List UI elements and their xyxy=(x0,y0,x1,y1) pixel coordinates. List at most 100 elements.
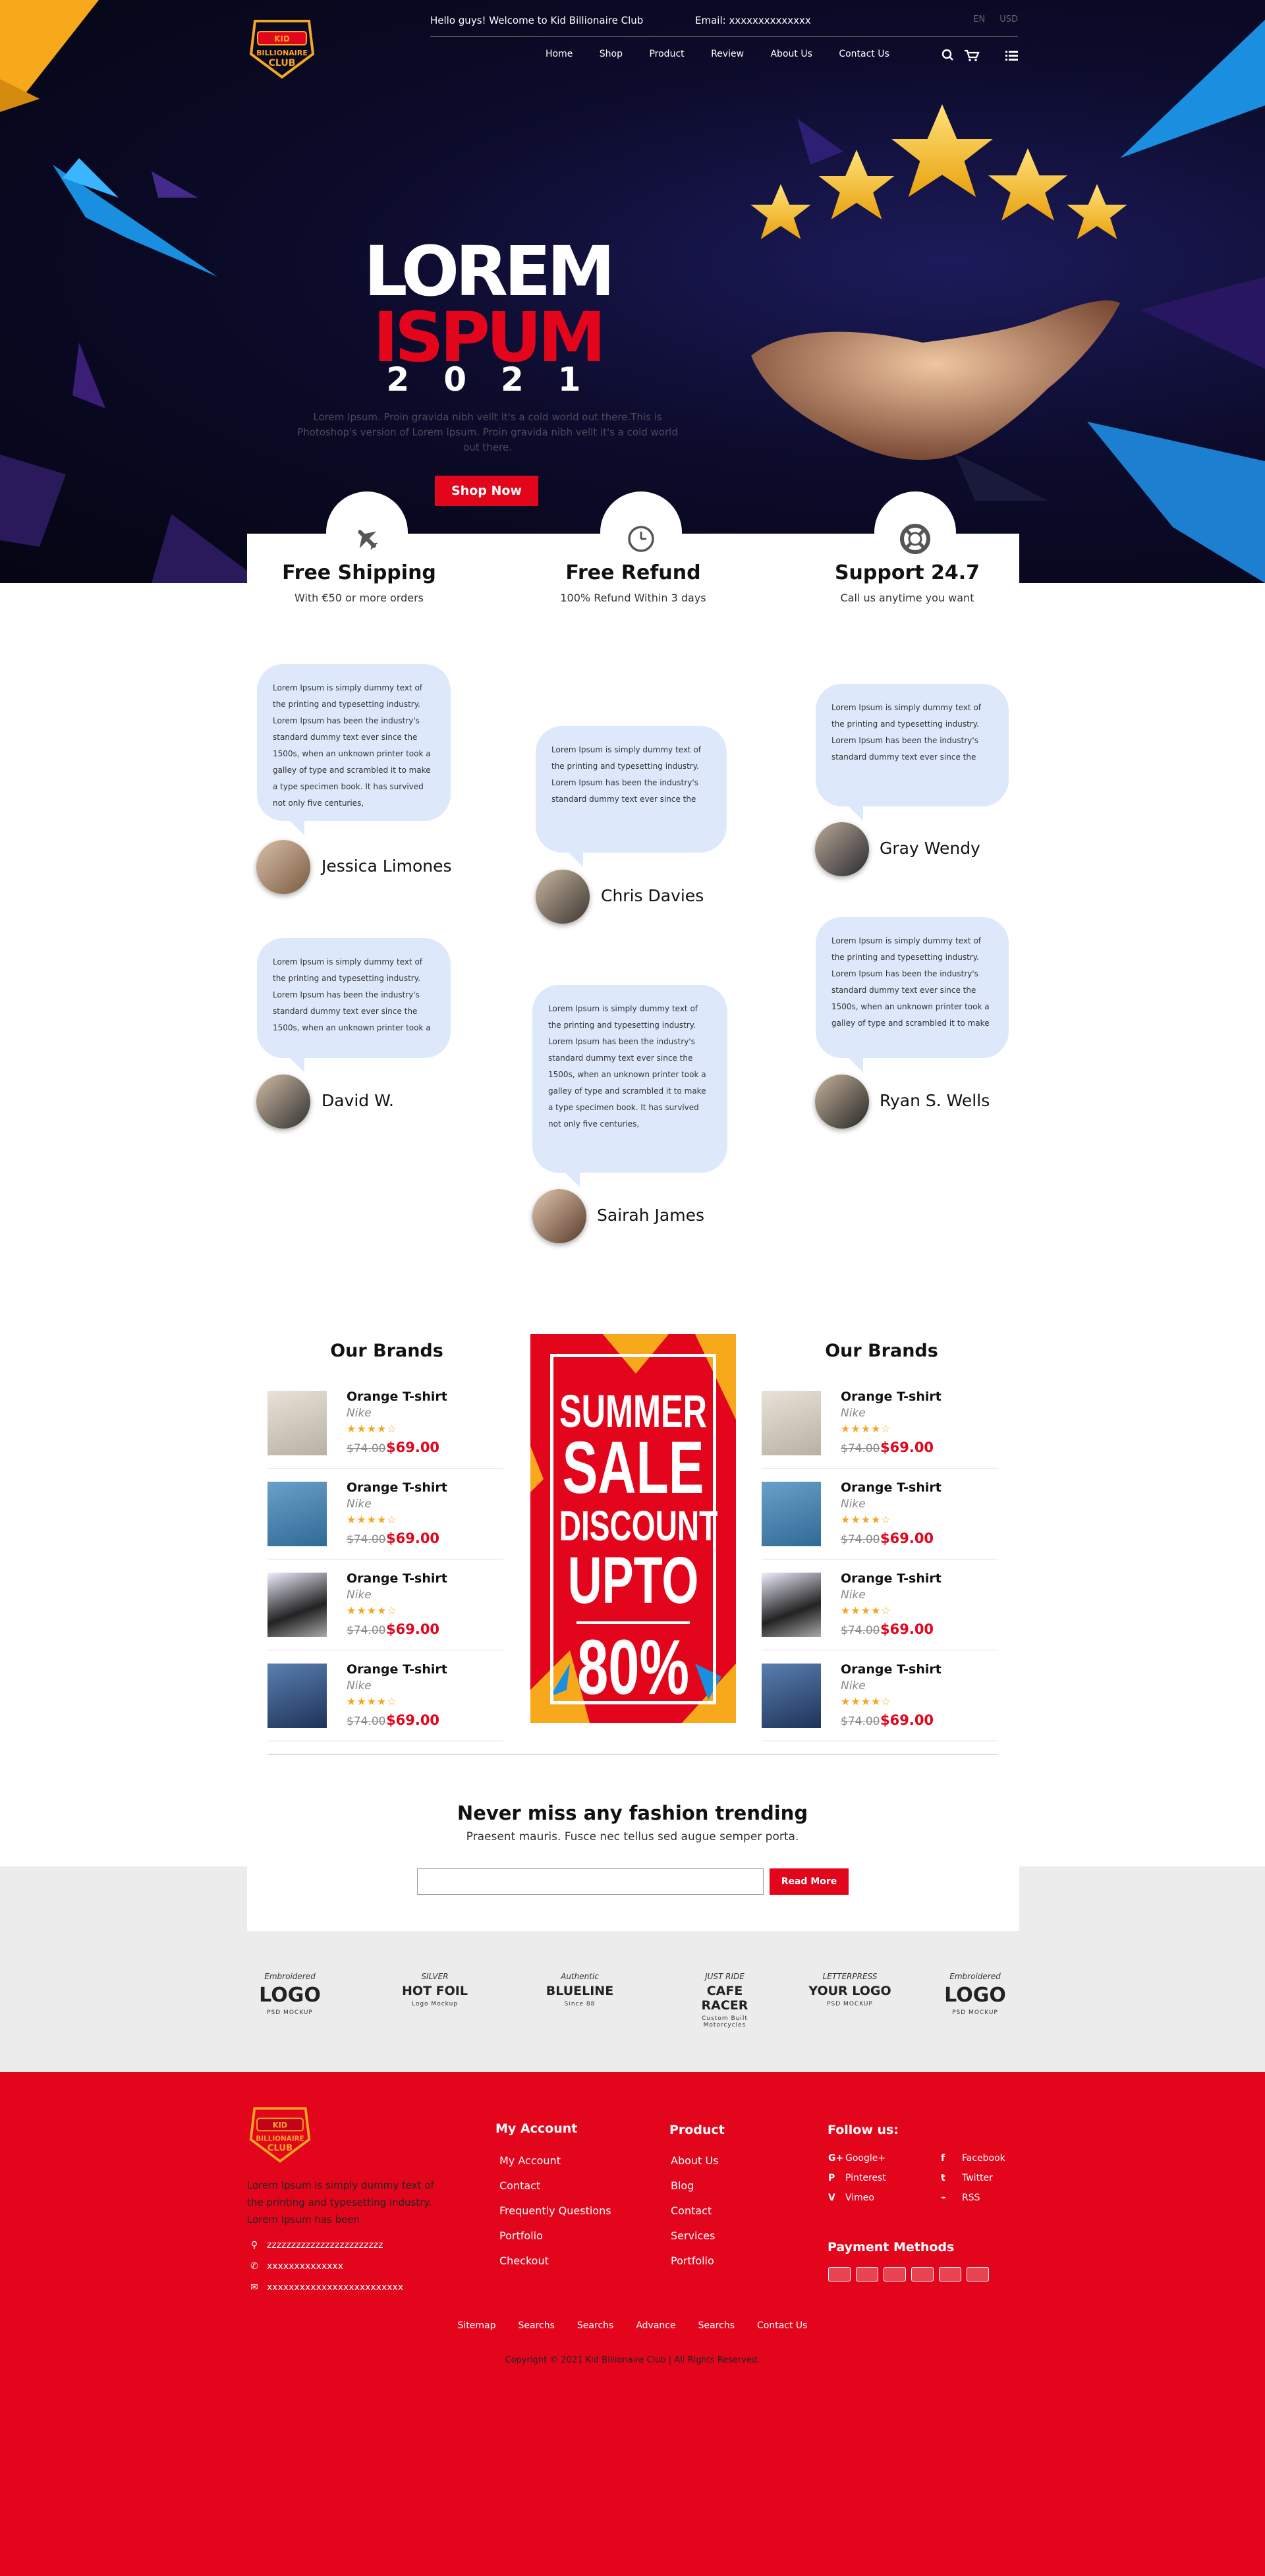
footer-link[interactable]: Checkout xyxy=(499,2254,549,2267)
partner-logo-main: LOGO xyxy=(259,1984,321,2007)
social-link[interactable]: G+ Google+ xyxy=(828,2153,886,2164)
product-item[interactable]: Orange T-shirt Nike ★★★★☆ $74.00 $69.00 xyxy=(762,1561,998,1650)
partner-logo[interactable]: Authentic BLUELINE Since 88 xyxy=(537,1967,623,2039)
product-title[interactable]: Orange T-shirt xyxy=(347,1389,447,1404)
phone-icon: ✆ xyxy=(250,2261,258,2272)
map-pin-icon: ⚲ xyxy=(250,2240,258,2251)
social-link[interactable]: ⌁ RSS xyxy=(941,2193,980,2203)
partner-logo[interactable]: Embroidered LOGO PSD MOCKUP xyxy=(932,1967,1018,2039)
nav-about[interactable]: About Us xyxy=(770,49,812,59)
product-item[interactable]: Orange T-shirt Nike ★★★★☆ $74.00 $69.00 xyxy=(762,1470,998,1559)
product-title[interactable]: Orange T-shirt xyxy=(347,1480,447,1495)
testimonial-bubble: Lorem Ipsum is simply dummy text of the … xyxy=(816,917,1009,1073)
product-rating: ★★★★☆ xyxy=(841,1513,891,1526)
product-title[interactable]: Orange T-shirt xyxy=(841,1480,942,1495)
partner-logo[interactable]: JUST RIDE CAFE RACER Custom Built Motorcyc… xyxy=(682,1967,768,2039)
footer-link[interactable]: Frequently Questions xyxy=(499,2204,611,2217)
product-brand: Nike xyxy=(841,1498,866,1511)
nav-home[interactable]: Home xyxy=(546,49,573,59)
product-rating: ★★★★☆ xyxy=(347,1604,397,1617)
footer-bottom-link[interactable]: Sitemap xyxy=(458,2320,496,2331)
product-image[interactable] xyxy=(267,1664,327,1728)
nav-review[interactable]: Review xyxy=(711,49,744,59)
footer-link[interactable]: My Account xyxy=(499,2154,561,2167)
twitter-icon: t xyxy=(941,2173,945,2183)
cart-icon[interactable] xyxy=(965,49,980,61)
footer-bottom-link[interactable]: Contact Us xyxy=(757,2320,807,2331)
footer-bottom-link[interactable]: Searchs xyxy=(577,2320,613,2331)
shop-now-button[interactable]: Shop Now xyxy=(435,476,538,506)
footer-link[interactable]: Portfolio xyxy=(671,2254,714,2267)
product-brand: Nike xyxy=(347,1588,372,1602)
product-item[interactable]: Orange T-shirt Nike ★★★★☆ $74.00 $69.00 xyxy=(267,1561,503,1650)
product-title[interactable]: Orange T-shirt xyxy=(841,1571,942,1586)
product-image[interactable] xyxy=(762,1482,821,1546)
social-link[interactable]: t Twitter xyxy=(941,2173,993,2183)
product-image[interactable] xyxy=(267,1482,327,1546)
nav-shop[interactable]: Shop xyxy=(600,49,623,59)
product-old-price: $74.00 xyxy=(347,1533,386,1546)
svg-text:CLUB: CLUB xyxy=(267,2143,293,2153)
product-item[interactable]: Orange T-shirt Nike ★★★★☆ $74.00 $69.00 xyxy=(267,1652,503,1741)
product-old-price: $74.00 xyxy=(841,1624,880,1637)
product-brand: Nike xyxy=(347,1407,372,1420)
banner-line3: DISCOUNT xyxy=(559,1502,718,1550)
footer-link[interactable]: Blog xyxy=(671,2179,694,2192)
footer-link[interactable]: Services xyxy=(671,2229,715,2242)
social-link[interactable]: f Facebook xyxy=(941,2153,1005,2164)
social-link[interactable]: V Vimeo xyxy=(828,2193,874,2203)
product-image[interactable] xyxy=(267,1391,327,1455)
social-link[interactable]: P Pinterest xyxy=(828,2173,886,2183)
product-rating: ★★★★☆ xyxy=(347,1695,397,1708)
product-rating: ★★★★☆ xyxy=(347,1422,397,1435)
footer-link[interactable]: About Us xyxy=(671,2154,718,2167)
footer-bottom-link[interactable]: Advance xyxy=(636,2320,675,2331)
lang-en[interactable]: EN xyxy=(973,14,985,24)
product-title[interactable]: Orange T-shirt xyxy=(841,1662,942,1677)
partner-logo-main: HOT FOIL xyxy=(402,1984,468,1998)
footer-bottom-link[interactable]: Searchs xyxy=(698,2320,735,2331)
vimeo-icon: V xyxy=(828,2193,835,2203)
newsletter-email-input[interactable] xyxy=(417,1868,764,1895)
product-old-price: $74.00 xyxy=(841,1715,880,1728)
partner-logo-top: LETTERPRESS xyxy=(822,1972,878,1981)
summer-sale-banner[interactable]: SUMMER SALE DISCOUNT UPTO 80% xyxy=(530,1334,736,1723)
header-icons xyxy=(942,49,1018,61)
banner-line2: SALE xyxy=(562,1426,704,1509)
product-rating: ★★★★☆ xyxy=(841,1695,891,1708)
read-more-button[interactable]: Read More xyxy=(770,1868,849,1895)
product-image[interactable] xyxy=(762,1664,821,1728)
product-item[interactable]: Orange T-shirt Nike ★★★★☆ $74.00 $69.00 xyxy=(762,1652,998,1741)
product-title[interactable]: Orange T-shirt xyxy=(841,1389,942,1404)
product-title[interactable]: Orange T-shirt xyxy=(347,1662,447,1677)
partner-logo[interactable]: LETTERPRESS YOUR LOGO PSD MOCKUP xyxy=(807,1967,893,2039)
footer-logo[interactable]: KID BILLIONAIRE CLUB xyxy=(247,2100,313,2166)
product-image[interactable] xyxy=(267,1573,327,1637)
product-image[interactable] xyxy=(762,1573,821,1637)
product-brand: Nike xyxy=(347,1498,372,1511)
footer-link[interactable]: Contact xyxy=(671,2204,712,2217)
menu-icon[interactable] xyxy=(1005,51,1018,61)
feature-title: Free Refund xyxy=(565,561,701,584)
nav-product[interactable]: Product xyxy=(649,49,684,59)
footer-bottom-link[interactable]: Searchs xyxy=(519,2320,555,2331)
brand-logo[interactable]: KID BILLIONAIRE CLUB xyxy=(247,14,317,80)
footer-link[interactable]: Portfolio xyxy=(499,2229,543,2242)
product-price: $69.00 xyxy=(880,1712,934,1728)
partner-logo[interactable]: Embroidered LOGO PSD MOCKUP xyxy=(247,1967,333,2039)
currency-usd[interactable]: USD xyxy=(999,14,1018,24)
product-rating: ★★★★☆ xyxy=(841,1422,891,1435)
product-title[interactable]: Orange T-shirt xyxy=(347,1571,447,1586)
product-item[interactable]: Orange T-shirt Nike ★★★★☆ $74.00 $69.00 xyxy=(267,1379,503,1469)
partner-logo-top: Embroidered xyxy=(264,1972,316,1981)
search-icon[interactable] xyxy=(942,49,953,61)
nav-contact[interactable]: Contact Us xyxy=(839,49,889,59)
product-item[interactable]: Orange T-shirt Nike ★★★★☆ $74.00 $69.00 xyxy=(267,1470,503,1559)
svg-text:KID: KID xyxy=(274,34,290,43)
product-image[interactable] xyxy=(762,1391,821,1455)
partner-logo[interactable]: SILVER HOT FOIL Logo Mockup xyxy=(392,1967,478,2039)
product-item[interactable]: Orange T-shirt Nike ★★★★☆ $74.00 $69.00 xyxy=(762,1379,998,1469)
avatar-ryan xyxy=(815,1075,869,1129)
amex-icon xyxy=(856,2267,878,2282)
footer-link[interactable]: Contact xyxy=(499,2179,540,2192)
